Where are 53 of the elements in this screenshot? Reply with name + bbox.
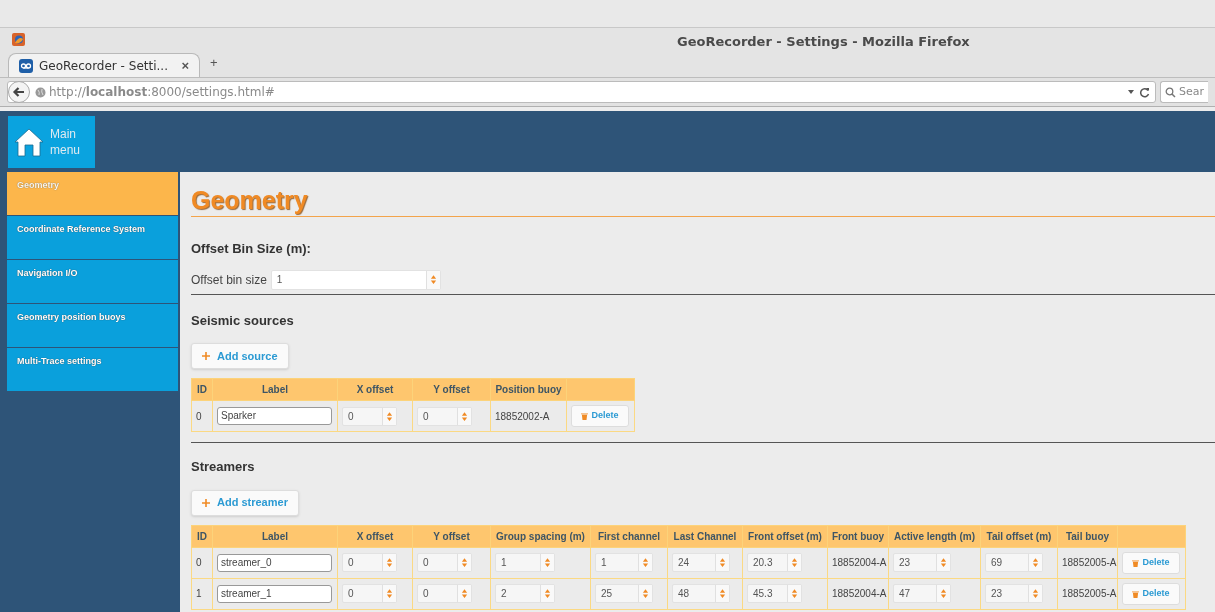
table-cell: 0 [191,547,213,578]
window-title: GeoRecorder - Settings - Mozilla Firefox [677,33,970,51]
table-cell: 0 [191,400,213,432]
tape-icon [19,58,33,73]
globe-icon [35,86,46,98]
table-cell: 18852005-A [1057,578,1118,609]
section-heading: Seismic sources [191,311,295,330]
column-header: Group spacing (m) [490,525,591,547]
column-header: Y offset [412,378,491,401]
column-header: Tail buoy [1057,525,1118,547]
table-cell: 18852004-A [827,578,889,609]
page-title: Geometry [191,185,309,215]
firefox-icon [12,32,25,46]
table-cell: 18852002-A [490,400,567,432]
new-tab-button[interactable]: + [210,52,218,72]
column-header: X offset [337,378,413,401]
plus-icon [202,352,210,360]
table-cell: 1 [191,578,213,609]
column-header: Tail offset (m) [980,525,1058,547]
column-header: First channel [590,525,668,547]
url-text[interactable]: http://localhost:8000/settings.html# [49,83,275,101]
column-header: Last Channel [667,525,743,547]
menu-label: Main menu [50,125,82,158]
trash-icon [1132,589,1140,598]
dropdown-icon[interactable] [1127,89,1135,95]
plus-icon [202,498,210,507]
table-cell: 18852004-A [827,547,889,578]
text-field[interactable]: streamer_1 [217,584,332,603]
column-header: ID [191,378,213,401]
home-icon [14,126,44,157]
column-header: Y offset [412,525,491,547]
text-field[interactable]: streamer_0 [217,553,332,572]
table-cell: 18852005-A [1057,547,1118,578]
column-header: ID [191,525,213,547]
section-heading: Streamers [191,458,256,476]
close-tab-button[interactable]: × [181,55,189,76]
reload-icon[interactable] [1139,86,1150,98]
column-header: Front buoy [827,525,889,547]
browser-tab[interactable]: GeoRecorder - Setti... × [8,53,200,77]
column-header: Label [212,525,338,547]
spinner-icon[interactable] [429,274,437,285]
back-button[interactable] [7,81,31,103]
field-label: Offset bin size [191,271,267,289]
column-header: Active length (m) [888,525,981,547]
section-heading: Offset Bin Size (m): [191,240,312,258]
column-header: Label [212,378,338,401]
column-header: X offset [337,525,413,547]
tab-title: GeoRecorder - Setti... [39,57,168,75]
column-header: Position buoy [490,378,567,401]
text-field[interactable]: Sparker [217,407,332,425]
trash-icon [1132,558,1140,567]
trash-icon [581,412,589,420]
column-header: Front offset (m) [742,525,828,547]
